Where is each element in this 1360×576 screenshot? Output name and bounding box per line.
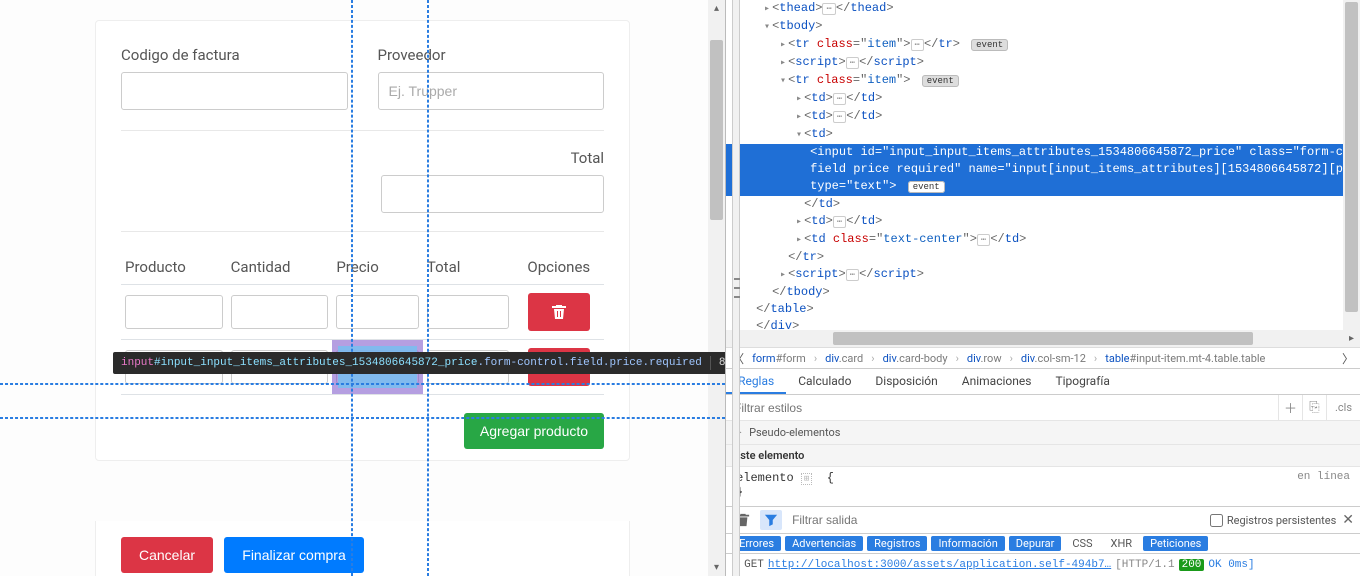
crumb-row[interactable]: div.row <box>967 352 1002 365</box>
styles-tabs: Reglas Calculado Disposición Animaciones… <box>726 369 1360 395</box>
crumb-card-body[interactable]: div.card-body <box>883 352 948 365</box>
this-element-row: Este elemento <box>726 445 1360 467</box>
tab-computed[interactable]: Calculado <box>786 369 863 394</box>
tab-typography[interactable]: Tipografía <box>1043 369 1121 394</box>
trash-icon <box>551 304 567 320</box>
tooltip-separator <box>710 356 711 370</box>
scroll-up-button[interactable]: ▴ <box>708 0 725 17</box>
cls-toggle[interactable]: .cls <box>1326 395 1360 420</box>
styles-filter-input[interactable] <box>726 401 1278 415</box>
tooltip-id: #input_input_items_attributes_1534806645… <box>154 357 477 369</box>
crumb-form[interactable]: form#form <box>752 352 806 365</box>
page-scrollbar[interactable]: ▴ ▾ <box>708 0 725 576</box>
scroll-thumb[interactable] <box>710 40 723 220</box>
finish-button[interactable]: Finalizar compra <box>224 537 363 573</box>
form-card: Codigo de factura Proveedor Total <box>95 20 630 461</box>
crumb-table[interactable]: table#input-item.mt-4.table.table <box>1105 352 1265 365</box>
crumb-card[interactable]: div.card <box>825 352 863 365</box>
row1-quantity-input[interactable] <box>231 295 329 329</box>
inline-badge: en línea <box>1297 471 1350 483</box>
row1-total-input[interactable] <box>427 295 510 329</box>
tooltip-tag: input <box>121 357 154 369</box>
hscroll-right-button[interactable]: ▸ <box>1343 330 1360 347</box>
split-gutter[interactable] <box>732 0 740 576</box>
dom-selected-node[interactable]: <input id="input_input_items_attributes_… <box>726 144 1343 196</box>
ct-xhr[interactable]: XHR <box>1104 536 1140 551</box>
tooltip-classes: .form-control.field.price.required <box>477 357 701 369</box>
th-price: Precio <box>332 250 423 285</box>
cancel-button[interactable]: Cancelar <box>121 537 213 573</box>
console-log-line[interactable]: ▸ GET http://localhost:3000/assets/appli… <box>726 554 1360 576</box>
th-quantity: Cantidad <box>227 250 333 285</box>
ct-css[interactable]: CSS <box>1065 536 1099 551</box>
row1-price-input[interactable] <box>336 295 419 329</box>
card-footer: Cancelar Finalizar compra <box>95 521 630 576</box>
ct-warnings[interactable]: Advertencias <box>785 536 863 551</box>
persistent-logs-checkbox[interactable]: Registros persistentes <box>1210 514 1336 527</box>
crumb-col[interactable]: div.col-sm-12 <box>1021 352 1086 365</box>
divider <box>121 130 604 131</box>
scroll-down-button[interactable]: ▾ <box>708 559 725 576</box>
tooltip-dims: 89.8667 × 38 <box>719 357 725 369</box>
total-label: Total <box>571 149 605 167</box>
total-input[interactable] <box>381 175 604 213</box>
pseudo-elements-row[interactable]: ▸Pseudo-elementos <box>726 421 1360 445</box>
invoice-code-label: Codigo de factura <box>121 46 348 64</box>
ct-logs[interactable]: Registros <box>867 536 927 551</box>
ct-requests[interactable]: Peticiones <box>1143 536 1208 551</box>
th-options: Opciones <box>513 250 604 285</box>
console-close-button[interactable]: ✕ <box>1342 512 1354 528</box>
dom-tree[interactable]: ▸<thead>⋯</thead> ▾<tbody> ▸<tr class="i… <box>726 0 1343 330</box>
divider-2 <box>121 231 604 232</box>
row1-delete-button[interactable] <box>528 293 590 331</box>
pin-icon[interactable]: ⎘ <box>1302 395 1326 420</box>
ct-info[interactable]: Información <box>931 536 1004 551</box>
supplier-input[interactable] <box>378 72 605 110</box>
th-product: Producto <box>121 250 227 285</box>
breadcrumb-right-icon[interactable]: 〉 <box>1342 350 1354 367</box>
ct-debug[interactable]: Depurar <box>1009 536 1062 551</box>
dom-scrollbar[interactable] <box>1343 0 1360 330</box>
inspector-tooltip: input#input_input_items_attributes_15348… <box>113 352 725 374</box>
console-filter-input[interactable] <box>788 513 1204 527</box>
dom-breadcrumb[interactable]: 〈 form#form› div.card› div.card-body› di… <box>726 347 1360 369</box>
console-level-tabs: Errores Advertencias Registros Informaci… <box>726 534 1360 554</box>
filter-toggle-button[interactable] <box>760 510 782 530</box>
add-product-button[interactable]: Agregar producto <box>464 413 604 449</box>
app-viewport: Codigo de factura Proveedor Total <box>0 0 725 576</box>
dom-hscrollbar[interactable]: ◂ ▸ <box>726 330 1360 347</box>
supplier-label: Proveedor <box>378 46 605 64</box>
invoice-code-input[interactable] <box>121 72 348 110</box>
row1-product-input[interactable] <box>125 295 223 329</box>
th-total: Total <box>423 250 514 285</box>
devtools-panel: ▸<thead>⋯</thead> ▾<tbody> ▸<tr class="i… <box>725 0 1360 576</box>
tab-layout[interactable]: Disposición <box>863 369 949 394</box>
add-rule-button[interactable]: ＋ <box>1278 395 1302 420</box>
table-row <box>121 285 604 340</box>
tab-animations[interactable]: Animaciones <box>950 369 1044 394</box>
funnel-icon <box>764 513 778 527</box>
css-rules-body[interactable]: elemento ⊞ { } en línea <box>726 467 1360 507</box>
console-toolbar: Registros persistentes ✕ <box>726 507 1360 534</box>
